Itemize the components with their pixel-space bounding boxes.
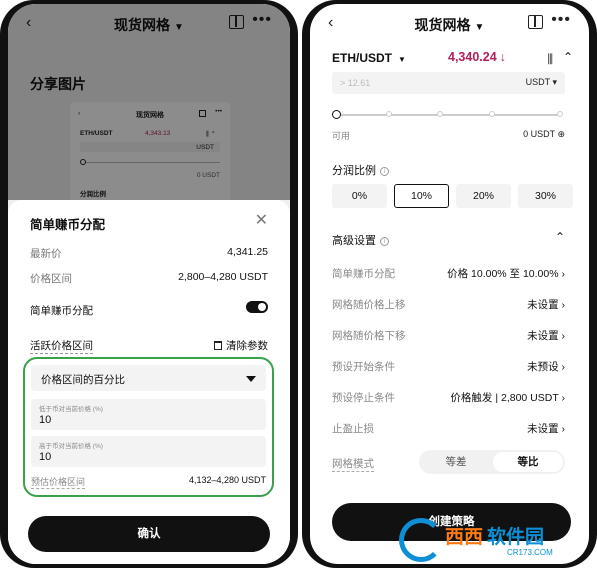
grid-mode-label: 网格模式: [332, 458, 374, 472]
lower-percent-value: 10: [39, 414, 52, 426]
chevron-right-icon: ›: [561, 423, 566, 435]
clear-params-button[interactable]: 清除参数: [214, 338, 268, 353]
latest-price-label: 最新价: [30, 248, 62, 260]
active-range-label: 活跃价格区间: [30, 340, 93, 354]
triangle-down-icon: [246, 376, 256, 382]
info-icon[interactable]: i: [380, 167, 389, 176]
slider-tick[interactable]: [437, 111, 444, 117]
chevron-right-icon: ›: [561, 330, 566, 342]
chevron-right-icon: ›: [561, 268, 566, 280]
profit-share-title: 分润比例 i: [332, 162, 389, 178]
close-icon[interactable]: ✕: [255, 210, 268, 230]
right-header: ‹ 现货网格 ▼ •••: [310, 4, 589, 44]
lower-percent-label: 低于币对当前价格 (%): [39, 406, 103, 413]
pair-bar: ETH/USDT ▼ 4,340.24 ↓ ⫼ ⌃: [310, 44, 589, 72]
plus-circle-icon[interactable]: ⊕: [557, 129, 565, 139]
trash-icon: [214, 341, 222, 350]
slider-tick[interactable]: [556, 111, 563, 117]
info-icon[interactable]: i: [380, 237, 389, 246]
allocation-toggle[interactable]: [246, 301, 268, 313]
watermark-logo-icon: [399, 518, 443, 562]
sheet-title: 简单赚币分配: [30, 218, 106, 232]
right-page-title[interactable]: 现货网格 ▼: [310, 15, 589, 35]
price-range-value: 2,800–4,280 USDT: [178, 271, 268, 283]
ratio-option-10[interactable]: 10%: [394, 184, 449, 208]
candlestick-icon[interactable]: ⫼: [547, 52, 553, 67]
pair-selector[interactable]: ETH/USDT ▼: [332, 51, 406, 65]
advanced-settings-title[interactable]: 高级设置 i: [332, 232, 389, 248]
grid-mode-geometric[interactable]: 等比: [493, 452, 563, 472]
available-value: 0 USDT ⊕: [523, 129, 565, 139]
upper-percent-value: 10: [39, 451, 52, 463]
amount-slider[interactable]: [332, 110, 563, 119]
upper-percent-label: 高于币对当前价格 (%): [39, 443, 103, 450]
right-phone: ‹ 现货网格 ▼ ••• ETH/USDT ▼ 4,340.24 ↓ ⫼ ⌃ > 12…: [302, 0, 597, 568]
estimated-range-value: 4,132–4,280 USDT: [188, 475, 266, 485]
grid-mode-toggle: 等差 等比: [419, 450, 565, 474]
last-price: 4,340.24 ↓: [448, 50, 506, 64]
range-highlight: 价格区间的百分比 低于币对当前价格 (%) 10 高于币对当前价格 (%) 10…: [23, 357, 274, 497]
price-range-label: 价格区间: [30, 273, 72, 285]
site-watermark: 西西 软件园 CR173.COM: [397, 516, 577, 564]
watermark-site: CR173.COM: [507, 548, 553, 557]
chevron-right-icon: ›: [561, 299, 566, 311]
caret-down-icon: ▼: [398, 55, 406, 64]
grid-mode-arithmetic[interactable]: 等差: [421, 452, 491, 472]
chevron-up-icon[interactable]: ⌃: [563, 50, 573, 64]
arrow-down-icon: ↓: [499, 50, 506, 64]
profit-share-options: 0% 10% 20% 30%: [332, 184, 573, 208]
right-screen: ‹ 现货网格 ▼ ••• ETH/USDT ▼ 4,340.24 ↓ ⫼ ⌃ > 12…: [310, 4, 589, 564]
estimated-range-label: 预估价格区间: [31, 477, 86, 489]
grid-mode-row: 网格模式 等差 等比: [332, 450, 565, 474]
chevron-up-icon[interactable]: ⌃: [555, 230, 565, 244]
allocation-sheet: 简单赚币分配 ✕ 最新价 4,341.25 价格区间 2,800–4,280 U…: [8, 200, 290, 564]
chevron-right-icon: ›: [561, 361, 566, 373]
amount-placeholder: > 12.61: [340, 78, 371, 88]
left-screen: ‹ 现货网格 ▼ ••• 分享图片 ‹ 现货网格 ••• ETH/USDT 4,3…: [8, 4, 290, 564]
available-label: 可用: [332, 131, 351, 141]
slider-knob[interactable]: [332, 110, 341, 119]
book-icon[interactable]: [528, 15, 543, 29]
currency-select[interactable]: USDT ▾: [526, 77, 557, 88]
slider-tick[interactable]: [385, 111, 392, 117]
range-mode-select[interactable]: 价格区间的百分比: [31, 365, 266, 391]
ratio-option-30[interactable]: 30%: [518, 184, 573, 208]
slider-tick[interactable]: [489, 111, 495, 117]
left-phone: ‹ 现货网格 ▼ ••• 分享图片 ‹ 现货网格 ••• ETH/USDT 4,3…: [0, 0, 298, 568]
caret-down-icon: ▼: [474, 22, 485, 33]
ratio-option-0[interactable]: 0%: [332, 184, 387, 208]
watermark-brand: 西西 软件园: [445, 527, 545, 548]
latest-price-value: 4,341.25: [227, 246, 268, 258]
modal-overlay[interactable]: [8, 4, 290, 200]
more-icon[interactable]: •••: [551, 11, 571, 29]
confirm-button[interactable]: 确认: [28, 516, 270, 552]
ratio-option-20[interactable]: 20%: [456, 184, 511, 208]
chevron-right-icon: ›: [561, 392, 566, 404]
upper-percent-field[interactable]: 高于币对当前价格 (%) 10: [31, 436, 266, 467]
amount-input[interactable]: > 12.61 USDT ▾: [332, 72, 565, 94]
lower-percent-field[interactable]: 低于币对当前价格 (%) 10: [31, 399, 266, 430]
allocation-toggle-label: 简单赚币分配: [30, 305, 93, 317]
